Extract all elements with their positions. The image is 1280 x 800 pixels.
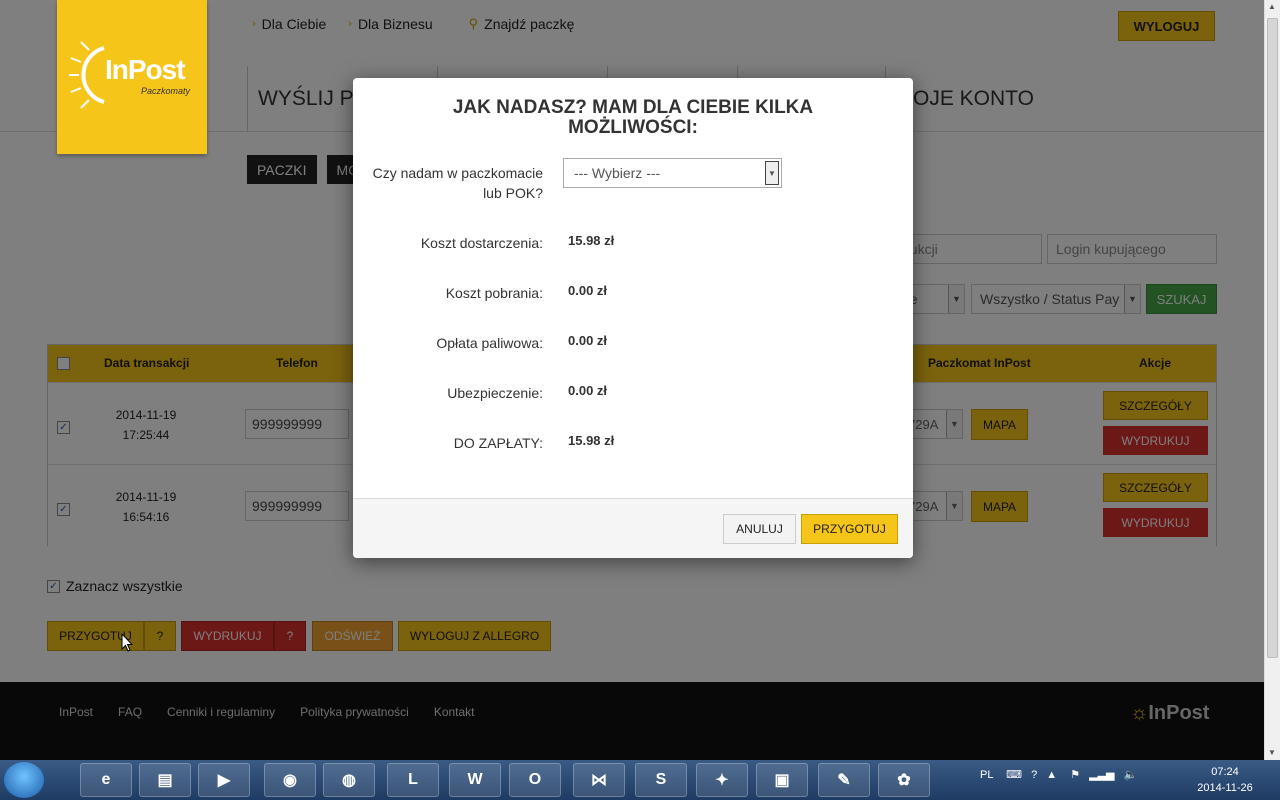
volume-icon[interactable]: 🔈 xyxy=(1124,769,1138,781)
signal-icon[interactable]: ▂▃▅ xyxy=(1089,769,1114,781)
start-button[interactable] xyxy=(4,762,44,798)
system-clock[interactable]: 07:24 2014-11-26 xyxy=(1190,764,1260,796)
send-method-label: Czy nadam w paczkomacie lub POK? xyxy=(372,165,543,201)
scrollbar-thumb[interactable] xyxy=(1267,18,1278,658)
send-method-select[interactable]: --- Wybierz --- ▼ xyxy=(563,158,782,188)
system-tray: PL ⌨ ? ▲ ⚑ ▂▃▅ 🔈 xyxy=(980,768,1137,781)
cost-label: Koszt pobrania: xyxy=(445,285,543,301)
windows-taskbar: e ▤ ▶ ◉ ◍ L W O ⋈ S ✦ ▣ ✎ ✿ PL ⌨ ? ▲ ⚑ ▂… xyxy=(0,760,1280,800)
prepare-confirm-button[interactable]: PRZYGOTUJ xyxy=(801,514,898,544)
paint-icon[interactable]: ✿ xyxy=(878,763,930,797)
lync-icon[interactable]: L xyxy=(387,763,439,797)
chevron-down-icon: ▼ xyxy=(765,161,779,185)
help-icon[interactable]: ? xyxy=(1031,769,1037,781)
total-value: 15.98 zł xyxy=(568,433,615,448)
cost-value: 0.00 zł xyxy=(568,283,608,298)
outlook-icon[interactable]: O xyxy=(509,763,561,797)
system-tool-icon[interactable]: ✦ xyxy=(696,763,748,797)
browser-page: ›Dla Ciebie ›Dla Biznesu ⚲Znajdź paczkę … xyxy=(0,0,1264,760)
total-label: DO ZAPŁATY: xyxy=(453,435,543,451)
page-scrollbar[interactable]: ▲ ▼ xyxy=(1264,0,1280,760)
file-explorer-icon[interactable]: ▤ xyxy=(139,763,191,797)
cost-value: 0.00 zł xyxy=(568,333,608,348)
modal-title: JAK NADASZ? MAM DLA CIEBIE KILKA MOŻLIWO… xyxy=(452,97,814,138)
network-app-icon[interactable]: ⋈ xyxy=(573,763,625,797)
cost-value: 15.98 zł xyxy=(568,233,615,248)
media-player-icon[interactable]: ▶ xyxy=(198,763,250,797)
skype-icon[interactable]: S xyxy=(635,763,687,797)
mouse-cursor-icon xyxy=(121,633,133,652)
notes-icon[interactable]: ✎ xyxy=(818,763,870,797)
chrome-icon[interactable]: ◉ xyxy=(264,763,316,797)
cancel-button[interactable]: ANULUJ xyxy=(723,514,796,544)
logo-sub-text: Paczkomaty xyxy=(141,86,191,96)
keyboard-icon[interactable]: ⌨ xyxy=(1006,769,1022,781)
shipping-options-modal: JAK NADASZ? MAM DLA CIEBIE KILKA MOŻLIWO… xyxy=(353,78,913,558)
cost-label: Ubezpieczenie: xyxy=(447,385,543,401)
firefox-icon[interactable]: ◍ xyxy=(323,763,375,797)
cost-value: 0.00 zł xyxy=(568,383,608,398)
sun-logo-icon xyxy=(69,41,105,109)
logo-brand-text: InPost xyxy=(105,54,186,85)
language-indicator[interactable]: PL xyxy=(980,769,993,781)
cost-label: Koszt dostarczenia: xyxy=(420,235,543,251)
cost-label: Opłata paliwowa: xyxy=(436,335,543,351)
image-viewer-icon[interactable]: ▣ xyxy=(756,763,808,797)
internet-explorer-icon[interactable]: e xyxy=(80,763,132,797)
scroll-up-icon[interactable]: ▲ xyxy=(1268,2,1276,11)
modal-footer: ANULUJ PRZYGOTUJ xyxy=(353,498,913,558)
notification-icon[interactable]: ▲ xyxy=(1046,769,1057,781)
scroll-down-icon[interactable]: ▼ xyxy=(1268,748,1276,757)
inpost-logo[interactable]: InPost Paczkomaty xyxy=(57,0,207,154)
word-icon[interactable]: W xyxy=(449,763,501,797)
flag-icon[interactable]: ⚑ xyxy=(1070,769,1080,781)
